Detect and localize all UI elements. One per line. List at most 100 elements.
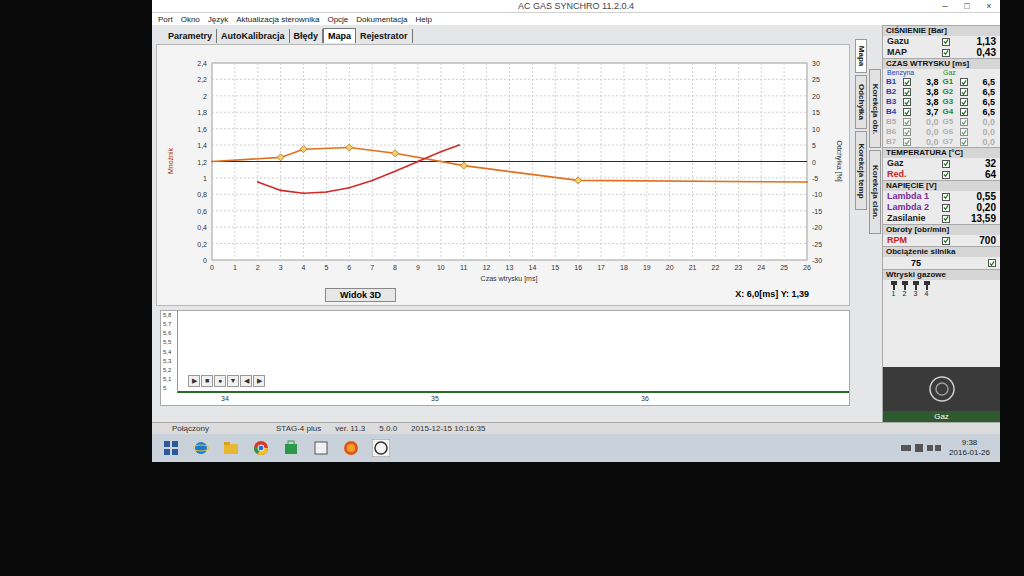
folder-icon[interactable] — [222, 439, 240, 457]
injection-cell: G16,5 — [943, 77, 998, 87]
tab[interactable]: Rejestrator — [356, 29, 413, 43]
recorder-control[interactable]: ▶ — [253, 375, 265, 387]
recorder-control[interactable]: ● — [214, 375, 226, 387]
checkbox[interactable] — [903, 108, 911, 116]
map-point[interactable] — [392, 150, 399, 157]
checkbox[interactable] — [903, 98, 911, 106]
checkbox[interactable] — [903, 88, 911, 96]
side-tab[interactable]: Mapa — [855, 39, 867, 73]
checkbox[interactable] — [960, 108, 968, 116]
recorder-control[interactable]: ▼ — [227, 375, 239, 387]
checkbox[interactable] — [942, 160, 950, 168]
injection-cell: G70,0 — [943, 137, 998, 147]
store-icon[interactable] — [282, 439, 300, 457]
checkbox[interactable] — [942, 49, 950, 57]
checkbox[interactable] — [960, 88, 968, 96]
tab[interactable]: Mapa — [323, 28, 356, 43]
taskbar: 9:382016-01-26 — [152, 434, 1000, 462]
recorder-plot-row: 5,85,75,65,55,45,35,25,15▶■●▼◀▶ — [161, 311, 849, 393]
tick-label: 0,4 — [197, 224, 207, 231]
side-tab-label: Korekcja ciśn. — [869, 165, 881, 219]
window-control[interactable]: □ — [956, 0, 978, 12]
tick-label: 25 — [812, 76, 820, 83]
menu-item[interactable]: Dokumentacja — [356, 14, 407, 25]
window-control[interactable]: – — [934, 0, 956, 12]
injector-shape-icon — [912, 281, 920, 290]
checkbox[interactable] — [942, 171, 950, 179]
menu-item[interactable]: Port — [158, 14, 173, 25]
clock[interactable]: 9:382016-01-26 — [949, 438, 990, 458]
map-point[interactable] — [277, 154, 284, 161]
side-tab[interactable]: Korekcja ciśn. — [869, 150, 881, 234]
clock-time: 9:38 — [962, 438, 978, 448]
reading-row: Gazu1,13 — [883, 36, 1000, 47]
menu-item[interactable]: Okno — [181, 14, 200, 25]
tick-label: 0,6 — [197, 208, 207, 215]
injector-label: B2 — [886, 87, 901, 97]
side-tab[interactable]: Korekcja temp — [855, 131, 867, 210]
tab[interactable]: AutoKalibracja — [217, 29, 290, 43]
checkbox[interactable] — [942, 193, 950, 201]
tick-label: 0,8 — [197, 191, 207, 198]
checkbox[interactable] — [903, 118, 911, 126]
checkbox[interactable] — [903, 138, 911, 146]
map-point[interactable] — [300, 146, 307, 153]
firefox-icon[interactable] — [342, 439, 360, 457]
tick-label: 26 — [803, 264, 811, 271]
recorder-control[interactable]: ■ — [201, 375, 213, 387]
tick-label: 36 — [639, 394, 651, 405]
side-tab[interactable]: Korekcja obr. — [869, 69, 881, 148]
checkbox[interactable] — [942, 38, 950, 46]
series-point — [348, 187, 350, 189]
checkbox[interactable] — [960, 98, 968, 106]
menu-item[interactable]: Język — [208, 14, 228, 25]
injector-label: G5 — [943, 117, 958, 127]
injector-row: 1234 — [883, 280, 1000, 299]
menu-item[interactable]: Opcje — [327, 14, 348, 25]
grid-line — [212, 260, 807, 261]
window-app-icon[interactable] — [312, 439, 330, 457]
tick-label: 10 — [812, 126, 820, 133]
reading-label: RPM — [887, 235, 939, 246]
start-icon[interactable] — [162, 439, 180, 457]
checkbox[interactable] — [942, 204, 950, 212]
grid-line — [212, 63, 807, 64]
menu-item[interactable]: Aktualizacja sterownika — [236, 14, 319, 25]
checkbox[interactable] — [988, 259, 996, 267]
status-version: ver. 11.3 — [335, 423, 365, 435]
ac-gas-app-icon[interactable] — [372, 439, 390, 457]
injection-row: B13,8G16,5 — [883, 77, 1000, 87]
checkbox[interactable] — [960, 118, 968, 126]
checkbox[interactable] — [960, 128, 968, 136]
map-point[interactable] — [346, 144, 353, 151]
checkbox[interactable] — [942, 237, 950, 245]
chrome-icon[interactable] — [252, 439, 270, 457]
injector-label: G1 — [943, 77, 958, 87]
recorder-control[interactable]: ▶ — [188, 375, 200, 387]
injector-label: B3 — [886, 97, 901, 107]
side-tab[interactable]: Odchyłka — [855, 75, 867, 129]
map-point[interactable] — [460, 162, 467, 169]
window-control[interactable]: × — [978, 0, 1000, 12]
recorder-plot: ▶■●▼◀▶ — [177, 311, 849, 393]
tab[interactable]: Parametry — [164, 29, 217, 43]
checkbox[interactable] — [903, 78, 911, 86]
view-3d-button[interactable]: Widok 3D — [325, 288, 396, 302]
window-title: AC GAS SYNCHRO 11.2.0.4 — [518, 0, 634, 12]
section-title: Obciążenie silnika — [883, 246, 1000, 257]
tick-label: 5,4 — [163, 349, 177, 356]
map-chart[interactable]: 0123456789101112131415161718192021222324… — [157, 45, 847, 285]
injector-number: 4 — [925, 290, 929, 298]
checkbox[interactable] — [942, 215, 950, 223]
checkbox[interactable] — [960, 138, 968, 146]
checkbox[interactable] — [903, 128, 911, 136]
recorder-control[interactable]: ◀ — [240, 375, 252, 387]
clock-date: 2016-01-26 — [949, 448, 990, 458]
tab[interactable]: Błędy — [290, 29, 324, 43]
internet-explorer-icon[interactable] — [192, 439, 210, 457]
screen: AC GAS SYNCHRO 11.2.0.4 –□× Port Okno Język A… — [152, 0, 1000, 462]
check-icon — [904, 119, 910, 126]
menu-item[interactable]: Help — [415, 14, 431, 25]
map-point[interactable] — [575, 177, 582, 184]
checkbox[interactable] — [960, 78, 968, 86]
